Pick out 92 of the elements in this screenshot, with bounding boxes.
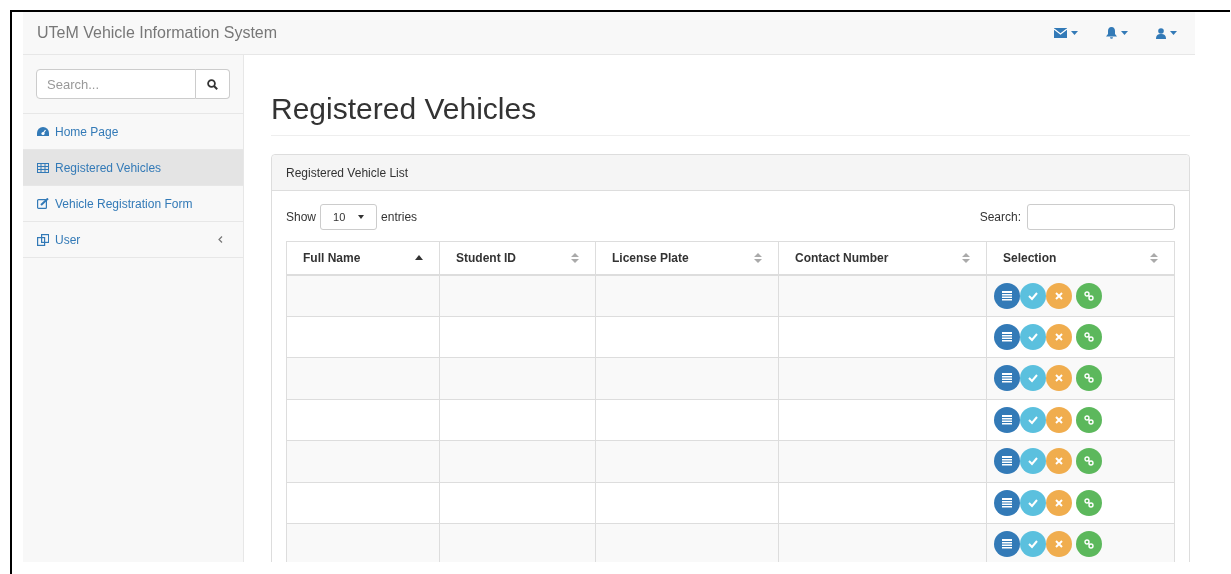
- approve-button[interactable]: [1020, 323, 1046, 350]
- column-header[interactable]: License Plate: [595, 241, 779, 275]
- link-icon: [1084, 497, 1094, 508]
- entries-select[interactable]: 10: [320, 204, 378, 230]
- close-icon: [1054, 373, 1064, 384]
- caret-icon: [358, 215, 365, 219]
- search-label: Search:: [979, 209, 1021, 226]
- column-header[interactable]: Selection: [986, 241, 1175, 275]
- close-icon: [1054, 497, 1064, 508]
- caret-icon: [1121, 31, 1128, 35]
- reject-button[interactable]: [1046, 365, 1072, 392]
- close-icon: [1054, 414, 1064, 425]
- link-button[interactable]: [1076, 489, 1102, 516]
- table-search-field[interactable]: [1027, 204, 1175, 230]
- user-icon: [1156, 27, 1166, 39]
- page-title: Registered Vehicles: [271, 89, 1190, 136]
- messages-dropdown[interactable]: [1054, 28, 1078, 38]
- caret-icon: [1071, 31, 1078, 35]
- check-icon: [1028, 290, 1038, 301]
- reject-button[interactable]: [1046, 489, 1072, 516]
- reject-button[interactable]: [1046, 406, 1072, 433]
- link-button[interactable]: [1076, 406, 1102, 433]
- list-icon: [1002, 290, 1012, 301]
- reject-button[interactable]: [1046, 323, 1072, 350]
- details-button[interactable]: [994, 406, 1020, 433]
- details-button[interactable]: [994, 448, 1020, 475]
- details-button[interactable]: [994, 489, 1020, 516]
- dashboard-icon: [37, 126, 49, 137]
- close-icon: [1054, 456, 1064, 467]
- search-icon: [207, 78, 218, 90]
- link-icon: [1084, 331, 1094, 342]
- list-icon: [1002, 539, 1012, 550]
- alerts-dropdown[interactable]: [1106, 27, 1128, 39]
- sidebar-item[interactable]: Registered Vehicles: [23, 150, 243, 186]
- check-icon: [1028, 497, 1038, 508]
- details-button[interactable]: [994, 365, 1020, 392]
- approve-button[interactable]: [1020, 489, 1046, 516]
- list-icon: [1002, 331, 1012, 342]
- check-icon: [1028, 456, 1038, 467]
- sort-icon: [571, 252, 579, 263]
- close-icon: [1054, 331, 1064, 342]
- list-icon: [1002, 497, 1012, 508]
- column-header[interactable]: Student ID: [439, 241, 596, 275]
- reject-button[interactable]: [1046, 448, 1072, 475]
- search-button[interactable]: [196, 69, 230, 99]
- details-button[interactable]: [994, 323, 1020, 350]
- list-icon: [1002, 414, 1012, 425]
- check-icon: [1028, 414, 1038, 425]
- check-icon: [1028, 331, 1038, 342]
- table-icon: [37, 162, 49, 173]
- link-button[interactable]: [1076, 282, 1102, 309]
- link-icon: [1084, 539, 1094, 550]
- bell-icon: [1106, 27, 1117, 39]
- column-header[interactable]: Contact Number: [778, 241, 987, 275]
- sort-icon: [754, 252, 762, 263]
- approve-button[interactable]: [1020, 406, 1046, 433]
- close-icon: [1054, 290, 1064, 301]
- link-icon: [1084, 456, 1094, 467]
- link-button[interactable]: [1076, 531, 1102, 558]
- sort-icon: [962, 252, 970, 263]
- link-button[interactable]: [1076, 448, 1102, 475]
- link-icon: [1084, 414, 1094, 425]
- reject-button[interactable]: [1046, 531, 1072, 558]
- link-icon: [1084, 290, 1094, 301]
- close-icon: [1054, 539, 1064, 550]
- caret-icon: [1170, 31, 1177, 35]
- sort-ascending-icon: [415, 255, 423, 261]
- check-icon: [1028, 373, 1038, 384]
- details-button[interactable]: [994, 282, 1020, 309]
- details-button[interactable]: [994, 531, 1020, 558]
- link-icon: [1084, 373, 1094, 384]
- list-icon: [1002, 456, 1012, 467]
- reject-button[interactable]: [1046, 282, 1072, 309]
- check-icon: [1028, 539, 1038, 550]
- envelope-icon: [1054, 28, 1067, 38]
- panel-title: Registered Vehicle List: [286, 164, 409, 182]
- copy-icon: [37, 233, 49, 246]
- list-icon: [1002, 373, 1012, 384]
- entries-label: entries: [381, 209, 418, 226]
- edit-icon: [37, 198, 49, 209]
- link-button[interactable]: [1076, 365, 1102, 392]
- approve-button[interactable]: [1020, 282, 1046, 309]
- link-button[interactable]: [1076, 323, 1102, 350]
- column-header[interactable]: Full Name: [286, 241, 440, 275]
- brand-title[interactable]: UTeM Vehicle Information System: [37, 21, 278, 45]
- search-field[interactable]: Search...: [36, 69, 196, 99]
- user-dropdown[interactable]: [1156, 27, 1177, 39]
- approve-button[interactable]: [1020, 448, 1046, 475]
- sort-icon: [1150, 252, 1158, 263]
- approve-button[interactable]: [1020, 531, 1046, 558]
- approve-button[interactable]: [1020, 365, 1046, 392]
- show-label: Show: [286, 209, 317, 226]
